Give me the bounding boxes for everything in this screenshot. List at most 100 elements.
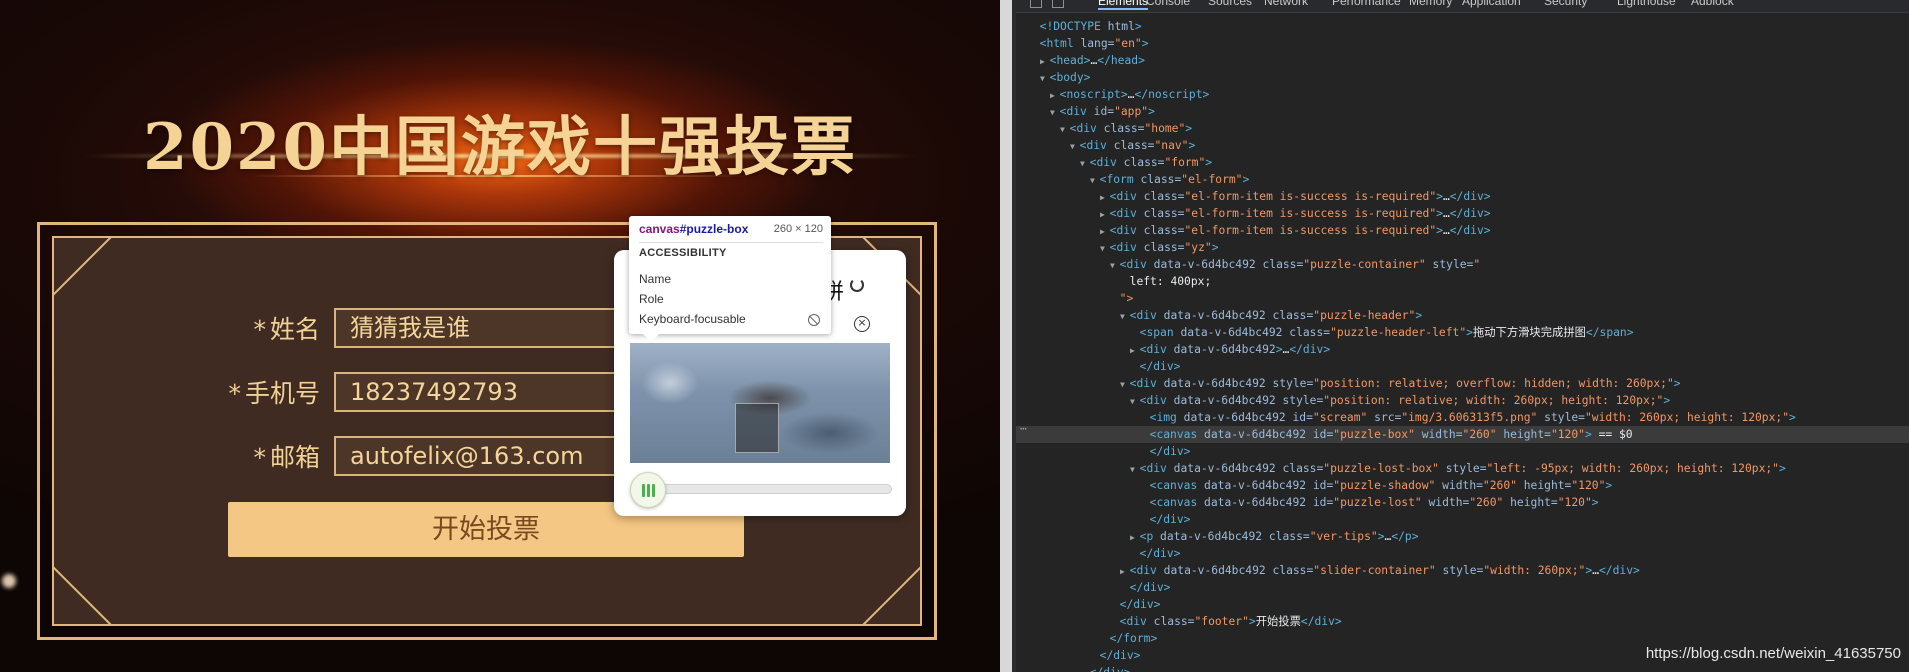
devtools-tab-memory[interactable]: Memory: [1409, 0, 1452, 8]
collapse-arrow-icon[interactable]: ▼: [1130, 465, 1140, 474]
collapse-arrow-icon[interactable]: ▼: [1090, 176, 1100, 185]
email-label: * 邮箱: [170, 438, 320, 474]
dom-tree-node[interactable]: </div>: [1130, 545, 1181, 562]
dom-tree-node[interactable]: <canvas data-v-6d4bc492 id="puzzle-box" …: [1016, 426, 1909, 443]
dom-tree-node[interactable]: ▼ <body>: [1040, 69, 1090, 86]
dom-tree-node[interactable]: ▼ <div data-v-6d4bc492 class="puzzle-los…: [1130, 460, 1786, 477]
collapse-arrow-icon[interactable]: ▼: [1130, 397, 1140, 406]
collapse-arrow-icon: [1140, 431, 1150, 440]
dom-tree-node[interactable]: ▼ <div id="app">: [1050, 103, 1155, 120]
dom-tree-node[interactable]: ▼ <div class="yz">: [1100, 239, 1219, 256]
refresh-icon[interactable]: [850, 278, 864, 292]
dom-tree-node[interactable]: <html lang="en">: [1030, 35, 1149, 52]
device-toolbar-icon[interactable]: [1052, 0, 1064, 8]
expand-arrow-icon[interactable]: ▶: [1050, 91, 1060, 100]
dom-tree-node[interactable]: <canvas data-v-6d4bc492 id="puzzle-shado…: [1140, 477, 1613, 494]
expand-arrow-icon[interactable]: ▶: [1040, 57, 1050, 66]
panel-splitter[interactable]: [1000, 0, 1012, 672]
dom-tree-node[interactable]: </div>: [1090, 647, 1141, 664]
devtools-tab-console[interactable]: Console: [1146, 0, 1190, 8]
collapse-arrow-icon[interactable]: ▼: [1110, 261, 1120, 270]
dom-tree-node[interactable]: ▼ <div class="nav">: [1070, 137, 1195, 154]
collapse-arrow-icon[interactable]: ▼: [1040, 74, 1050, 83]
dom-tree-node[interactable]: <img data-v-6d4bc492 id="scream" src="im…: [1140, 409, 1796, 426]
watermark-url: https://blog.csdn.net/weixin_41635750: [1645, 645, 1901, 662]
dom-tree-node[interactable]: ▼ <form class="el-form">: [1090, 171, 1249, 188]
devtools-tab-sources[interactable]: Sources: [1208, 0, 1252, 8]
devtools-tab-security[interactable]: Security: [1544, 0, 1587, 8]
dom-tree-node[interactable]: ▼ <div data-v-6d4bc492 class="puzzle-hea…: [1120, 307, 1422, 324]
devtools-tab-elements[interactable]: Elements: [1098, 0, 1149, 10]
dom-tree-node[interactable]: ▼ <div data-v-6d4bc492 class="puzzle-con…: [1110, 256, 1480, 273]
expand-arrow-icon[interactable]: ▶: [1130, 533, 1140, 542]
collapse-arrow-icon[interactable]: ▼: [1120, 380, 1130, 389]
email-field[interactable]: autofelix@163.com: [334, 436, 624, 476]
dom-tree-node[interactable]: left: 400px;: [1120, 273, 1212, 290]
collapse-arrow-icon[interactable]: ▼: [1050, 108, 1060, 117]
expand-arrow-icon[interactable]: ▶: [1120, 567, 1130, 576]
dom-node-markup: <div data-v-6d4bc492 class="slider-conta…: [1129, 564, 1640, 577]
expand-arrow-icon[interactable]: ▶: [1100, 210, 1110, 219]
dom-tree-node[interactable]: ▶ <p data-v-6d4bc492 class="ver-tips">…<…: [1130, 528, 1419, 545]
collapse-arrow-icon[interactable]: ▼: [1070, 142, 1080, 151]
collapse-arrow-icon[interactable]: ▼: [1060, 125, 1070, 134]
dom-tree-node[interactable]: ▶ <div class="el-form-item is-success is…: [1100, 188, 1491, 205]
dom-tree-node[interactable]: </div>: [1140, 511, 1191, 528]
slider-handle[interactable]: [630, 472, 666, 508]
more-options-dots[interactable]: ⋯: [1020, 422, 1027, 435]
devtools-tab-performance[interactable]: Performance: [1332, 0, 1401, 8]
dom-tree-node[interactable]: ▼ <div class="home">: [1060, 120, 1192, 137]
dom-tree-node[interactable]: </div>: [1140, 443, 1191, 460]
dom-tree-node[interactable]: </form>: [1100, 630, 1158, 647]
devtools-tab-adblock[interactable]: Adblock: [1691, 0, 1734, 8]
collapse-arrow-icon[interactable]: ▼: [1080, 159, 1090, 168]
dom-tree-node[interactable]: ▶ <head>…</head>: [1040, 52, 1145, 69]
dom-tree-node[interactable]: <span data-v-6d4bc492 class="puzzle-head…: [1130, 324, 1634, 341]
dom-tree-node[interactable]: ▶ <noscript>…</noscript>: [1050, 86, 1209, 103]
dom-tree-node[interactable]: <!DOCTYPE html>: [1030, 18, 1142, 35]
dom-tree-node[interactable]: ">: [1110, 290, 1134, 307]
dom-tree-node[interactable]: ▼ <div data-v-6d4bc492 style="position: …: [1120, 375, 1681, 392]
slider-track[interactable]: [630, 484, 892, 494]
puzzle-box-canvas: [630, 343, 890, 463]
devtools-tab-network[interactable]: Network: [1264, 0, 1308, 8]
phone-field[interactable]: 18237492793: [334, 372, 624, 412]
collapse-arrow-icon: [1130, 329, 1140, 338]
dom-tree-node[interactable]: ▶ <div class="el-form-item is-success is…: [1100, 222, 1491, 239]
expand-arrow-icon[interactable]: ▶: [1100, 227, 1110, 236]
dom-node-markup: <div data-v-6d4bc492>…</div>: [1139, 343, 1331, 356]
required-mark: *: [228, 379, 241, 408]
dom-node-markup: </form>: [1109, 632, 1158, 645]
collapse-arrow-icon[interactable]: ▼: [1120, 312, 1130, 321]
dom-tree-node[interactable]: ▼ <div data-v-6d4bc492 style="position: …: [1130, 392, 1670, 409]
dom-tree-node[interactable]: <div class="footer">开始投票</div>: [1110, 613, 1342, 630]
dom-tree-node[interactable]: ▶ <div data-v-6d4bc492>…</div>: [1130, 341, 1330, 358]
dom-tree-node[interactable]: ▶ <div class="el-form-item is-success is…: [1100, 205, 1491, 222]
dom-tree-node[interactable]: </div>: [1080, 664, 1131, 672]
dom-node-markup: <canvas data-v-6d4bc492 id="puzzle-lost"…: [1149, 496, 1599, 509]
dom-tree-node[interactable]: ▼ <div class="form">: [1080, 154, 1212, 171]
dom-node-markup: </div>: [1139, 547, 1181, 560]
dom-tree-node[interactable]: </div>: [1130, 358, 1181, 375]
close-icon[interactable]: ×: [854, 316, 870, 332]
dom-tree-node[interactable]: <canvas data-v-6d4bc492 id="puzzle-lost"…: [1140, 494, 1599, 511]
dom-node-markup: <span data-v-6d4bc492 class="puzzle-head…: [1139, 326, 1634, 339]
dom-node-markup: <div data-v-6d4bc492 class="puzzle-heade…: [1129, 309, 1423, 322]
inspect-element-icon[interactable]: [1030, 0, 1042, 8]
expand-arrow-icon[interactable]: ▶: [1100, 193, 1110, 202]
grip-icon: [641, 484, 645, 497]
dom-node-markup: </div>: [1099, 649, 1141, 662]
grip-icon: [646, 484, 650, 497]
dom-tree-node[interactable]: </div>: [1120, 579, 1171, 596]
devtools-toolbar: Elements Console Sources Network Performance…: [1016, 0, 1909, 13]
expand-arrow-icon[interactable]: ▶: [1130, 346, 1140, 355]
dom-node-markup: <canvas data-v-6d4bc492 id="puzzle-shado…: [1149, 479, 1613, 492]
collapse-arrow-icon[interactable]: ▼: [1100, 244, 1110, 253]
dom-node-markup: <canvas data-v-6d4bc492 id="puzzle-box" …: [1149, 428, 1633, 441]
dom-tree-node[interactable]: ▶ <div data-v-6d4bc492 class="slider-con…: [1120, 562, 1640, 579]
devtools-tab-lighthouse[interactable]: Lighthouse: [1617, 0, 1676, 8]
dom-tree-node[interactable]: </div>: [1110, 596, 1161, 613]
name-field[interactable]: 猜猜我是谁: [334, 308, 624, 348]
dom-node-markup: left: 400px;: [1129, 275, 1212, 288]
devtools-tab-application[interactable]: Application: [1462, 0, 1521, 8]
